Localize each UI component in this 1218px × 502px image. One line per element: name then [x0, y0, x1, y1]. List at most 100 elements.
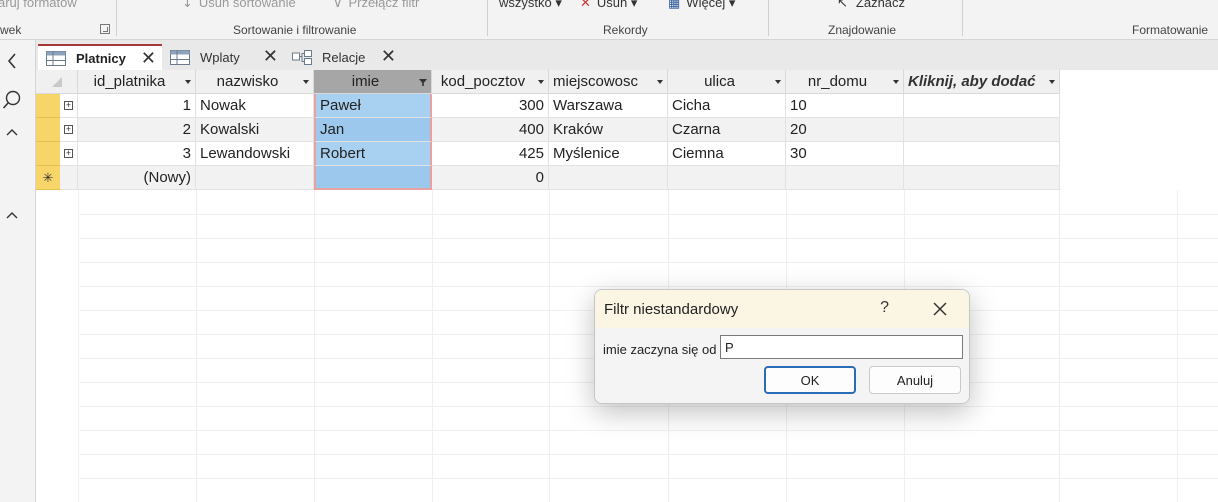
clear-sort-icon: ↧: [182, 0, 193, 10]
dropdown-arrow-icon[interactable]: [893, 80, 899, 84]
record-selector[interactable]: [36, 142, 60, 166]
cell-nazwisko[interactable]: Lewandowski: [196, 142, 314, 166]
cell-kod-pocztowy[interactable]: 425: [432, 142, 549, 166]
close-icon[interactable]: ✕: [263, 46, 278, 67]
clear-sort-button[interactable]: ↧ Usuń sortowanie: [182, 0, 296, 11]
column-header-imie[interactable]: imie: [314, 70, 432, 94]
cell-nr-domu[interactable]: 30: [786, 142, 904, 166]
cell-imie[interactable]: Robert: [314, 142, 432, 166]
cell-empty[interactable]: [904, 142, 1060, 166]
cell-empty[interactable]: [904, 166, 1060, 190]
cell-id-platnika[interactable]: 3: [78, 142, 196, 166]
select-button[interactable]: ↖ Zaznacz: [837, 0, 905, 11]
refresh-all-button[interactable]: wszystko ▾: [499, 0, 562, 11]
ok-button[interactable]: OK: [764, 366, 856, 394]
relationships-icon: [292, 49, 312, 65]
column-header-id-platnika[interactable]: id_platnika: [78, 70, 196, 94]
add-column-header[interactable]: Kliknij, aby dodać: [904, 70, 1060, 94]
cell-nr-domu[interactable]: 10: [786, 94, 904, 118]
cell-imie-new[interactable]: [314, 166, 432, 190]
more-icon: ▦: [668, 0, 681, 10]
cell-imie[interactable]: Jan: [314, 118, 432, 142]
dropdown-arrow-icon[interactable]: [657, 80, 663, 84]
group-label-formatting: Formatowanie: [1132, 23, 1209, 37]
dialog-launcher-icon[interactable]: [100, 24, 110, 34]
cell-miejscowosc[interactable]: Warszawa: [549, 94, 668, 118]
column-header-nr-domu[interactable]: nr_domu: [786, 70, 904, 94]
plus-icon: +: [64, 148, 73, 158]
tab-wplaty[interactable]: Wplaty ✕: [162, 44, 284, 70]
group-label-sort-filter: Sortowanie i filtrowanie: [233, 23, 357, 37]
cell-nr-domu-new[interactable]: [786, 166, 904, 190]
expand-subdatasheet-button[interactable]: +: [60, 142, 78, 166]
dialog-body: imie zaczyna się od OK Anuluj: [595, 328, 969, 403]
cell-nazwisko[interactable]: Kowalski: [196, 118, 314, 142]
collapse-nav-icon[interactable]: [0, 49, 24, 73]
filter-value-input[interactable]: [720, 335, 963, 359]
close-icon[interactable]: ✕: [141, 48, 156, 69]
table-icon: [46, 50, 66, 66]
cell-ulica[interactable]: Ciemna: [668, 142, 786, 166]
dropdown-arrow-icon[interactable]: [538, 80, 544, 84]
new-record-marker-icon[interactable]: ✳: [36, 166, 60, 190]
more-button[interactable]: ▦ Więcej ▾: [668, 0, 735, 11]
tab-label: Platnicy: [76, 50, 126, 66]
custom-filter-dialog: Filtr niestandardowy ? imie zaczyna się …: [594, 289, 970, 404]
cell-imie[interactable]: Paweł: [314, 94, 432, 118]
expand-subdatasheet-button[interactable]: +: [60, 94, 78, 118]
datasheet: id_platnika nazwisko imie kod_pocztov mi…: [36, 70, 1218, 502]
search-icon[interactable]: [0, 88, 24, 112]
table-icon: [170, 49, 190, 65]
cell-empty[interactable]: [904, 94, 1060, 118]
select-all-corner[interactable]: [36, 70, 78, 94]
cell-id-platnika[interactable]: 2: [78, 118, 196, 142]
dropdown-arrow-icon[interactable]: [185, 80, 191, 84]
cell-nazwisko-new[interactable]: [196, 166, 314, 190]
cell-nr-domu[interactable]: 20: [786, 118, 904, 142]
column-header-ulica[interactable]: ulica: [668, 70, 786, 94]
group-label-find: Znajdowanie: [828, 23, 897, 37]
cell-miejscowosc[interactable]: Kraków: [549, 118, 668, 142]
tab-label: Relacje: [322, 49, 366, 65]
cell-ulica[interactable]: Czarna: [668, 118, 786, 142]
cell-kod-pocztowy[interactable]: 400: [432, 118, 549, 142]
dropdown-arrow-icon[interactable]: [1049, 80, 1055, 84]
tab-platnicy[interactable]: Platnicy ✕: [38, 44, 162, 70]
cell-id-platnika[interactable]: 1: [78, 94, 196, 118]
record-selector[interactable]: [36, 94, 60, 118]
cell-ulica-new[interactable]: [668, 166, 786, 190]
cell-empty[interactable]: [904, 118, 1060, 142]
expander-empty: [60, 166, 78, 190]
ribbon: aruj formatow ↧ Usuń sortowanie ⊽ Przełącz…: [0, 0, 1218, 40]
cell-kod-pocztowy[interactable]: 300: [432, 94, 549, 118]
group-label-records: Rekordy: [603, 23, 648, 37]
column-header-kod-pocztowy[interactable]: kod_pocztov: [432, 70, 549, 94]
dialog-title-bar[interactable]: Filtr niestandardowy ?: [595, 290, 969, 328]
cell-kod-pocztowy-new[interactable]: 0: [432, 166, 549, 190]
cell-id-platnika-new[interactable]: (Nowy): [78, 166, 196, 190]
dialog-title: Filtr niestandardowy: [604, 300, 739, 318]
tab-relacje[interactable]: Relacje ✕: [284, 44, 402, 70]
record-selector[interactable]: [36, 118, 60, 142]
filter-condition-label: imie zaczyna się od: [603, 342, 717, 357]
ribbon-item-format[interactable]: aruj formatow: [0, 0, 77, 10]
expand-subdatasheet-button[interactable]: +: [60, 118, 78, 142]
dropdown-arrow-icon[interactable]: [303, 80, 309, 84]
cell-nazwisko[interactable]: Nowak: [196, 94, 314, 118]
close-icon[interactable]: [933, 296, 947, 321]
cell-miejscowosc-new[interactable]: [549, 166, 668, 190]
close-icon[interactable]: ✕: [381, 46, 396, 67]
chevron-up-icon[interactable]: [0, 203, 24, 227]
column-header-nazwisko[interactable]: nazwisko: [196, 70, 314, 94]
cancel-button[interactable]: Anuluj: [869, 366, 961, 394]
cell-ulica[interactable]: Cicha: [668, 94, 786, 118]
delete-button[interactable]: ✕ Usuń ▾: [580, 0, 637, 11]
document-tabs: Platnicy ✕ Wplaty ✕ Relacje ✕: [36, 40, 1218, 70]
filter-dropdown-icon[interactable]: [419, 79, 427, 86]
column-header-miejscowosc[interactable]: miejscowosc: [549, 70, 668, 94]
dropdown-arrow-icon[interactable]: [775, 80, 781, 84]
cell-miejscowosc[interactable]: Myślenice: [549, 142, 668, 166]
chevron-up-icon[interactable]: [0, 120, 24, 144]
toggle-filter-button[interactable]: ⊽ Przełącz filtr: [333, 0, 419, 11]
help-icon[interactable]: ?: [880, 299, 889, 317]
